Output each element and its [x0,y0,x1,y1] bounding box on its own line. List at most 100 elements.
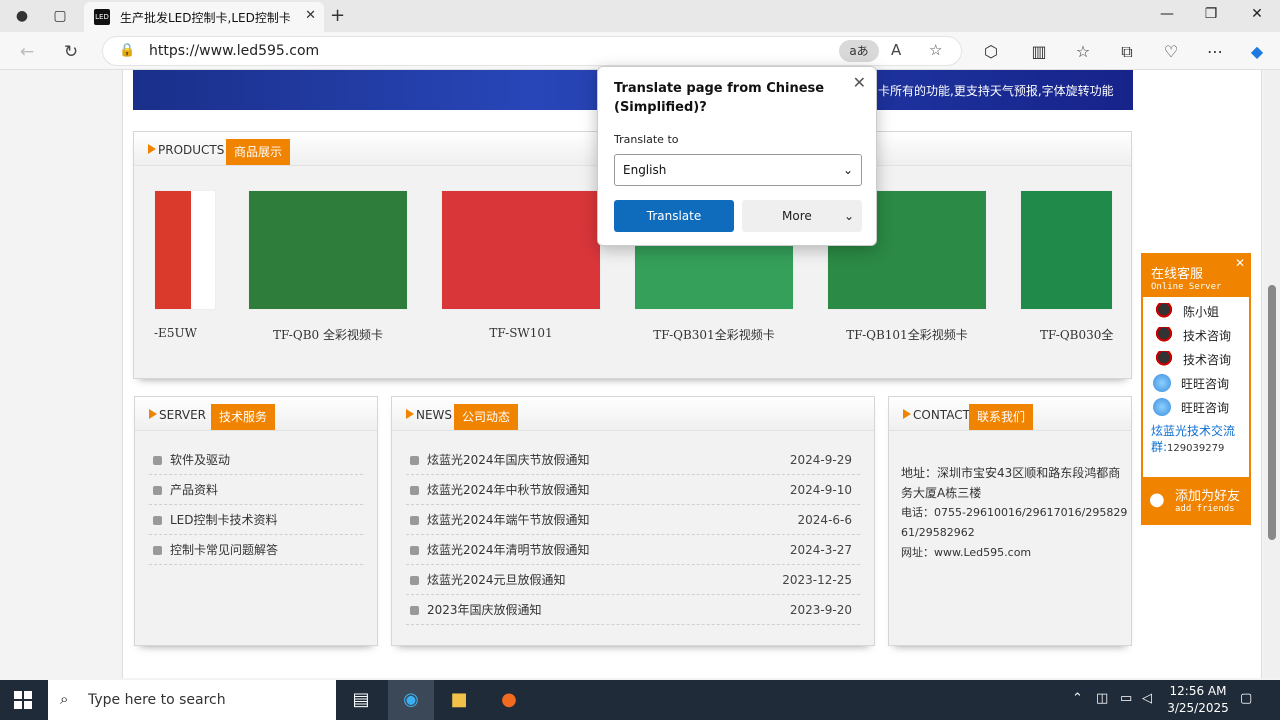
extensions-icon[interactable]: ⬡ [980,42,1002,61]
product-name[interactable]: TF-SW101 [441,326,601,340]
file-explorer-icon[interactable]: ■ [436,680,482,720]
chat-header: 在线客服 Online Server ✕ [1143,255,1249,297]
read-aloud-icon[interactable]: A [891,41,901,59]
chat-title: 在线客服 [1151,267,1204,282]
product-name[interactable]: TF-QB101全彩视频卡 [827,326,987,343]
contact-title-cn: 联系我们 [969,404,1034,430]
product-name[interactable]: TF-QB0 全彩视频卡 [248,326,408,343]
product-name[interactable]: TF-QB030全彩 [1040,326,1113,343]
add-friends-label: 添加为好友 [1175,489,1241,504]
chat-contact[interactable]: 陈小姐 [1153,301,1219,323]
tab-actions-icon[interactable]: ▢ [50,6,70,26]
chat-group-link[interactable]: 炫蓝光技术交流群:129039279 [1151,423,1245,457]
windows-start-icon[interactable] [14,691,32,709]
profile-icon[interactable]: ● [12,6,32,26]
favorite-star-icon[interactable]: ☆ [929,41,942,59]
tab-close-icon[interactable]: ✕ [305,8,316,23]
contact-website: 网址：www.Led595.com [901,546,1032,559]
chat-contact[interactable]: 旺旺咨询 [1153,397,1229,419]
add-friends-sublabel: add friends [1175,504,1235,514]
qq-icon [1153,327,1175,343]
add-friends-button[interactable]: ● 添加为好友 add friends [1143,477,1249,523]
browser-tab[interactable]: LED 生产批发LED控制卡,LED控制卡,G ✕ [84,2,324,32]
news-panel: NEWS 公司动态 炫蓝光2024年国庆节放假通知 2024-9-29 炫蓝光20… [391,396,875,646]
chat-contact[interactable]: 旺旺咨询 [1153,373,1229,395]
product-image[interactable] [1020,190,1113,310]
copilot-icon[interactable]: ◆ [1246,42,1268,61]
news-item[interactable]: 2023年国庆放假通知 2023-9-20 [406,595,860,625]
server-link[interactable]: 产品资料 [149,475,363,505]
performance-icon[interactable]: ♡ [1160,42,1182,61]
chat-contact[interactable]: 技术咨询 [1153,349,1231,371]
edge-icon[interactable]: ◉ [388,680,434,720]
network-icon[interactable]: ▭ [1120,691,1132,706]
new-tab-icon[interactable]: + [330,5,345,26]
translate-button[interactable]: Translate [614,200,734,232]
more-button-label: More [782,209,812,223]
target-language-select[interactable]: English ⌄ [614,154,862,186]
taskbar-search[interactable]: ⌕ Type here to search [48,680,336,720]
window-close-icon[interactable]: ✕ [1242,6,1272,22]
restore-icon[interactable]: ❐ [1196,6,1226,22]
target-language-value: English [623,163,667,177]
contact-address: 地址：深圳市宝安43区顺和路东段鸿都商务大厦A栋三楼 [901,466,1121,500]
product-name[interactable]: -E5UW [154,326,216,340]
product-name[interactable]: TF-QB301全彩视频卡 [634,326,794,343]
news-item[interactable]: 炫蓝光2024年清明节放假通知 2024-3-27 [406,535,860,565]
banner-text: 卡所有的功能,更支持天气预报,字体旋转功能 [878,84,1114,98]
volume-icon[interactable]: ◁ [1142,691,1152,706]
translate-icon[interactable]: aあ [839,40,879,62]
server-link[interactable]: LED控制卡技术资料 [149,505,363,535]
task-view-icon[interactable]: ▤ [338,680,384,720]
product-image[interactable] [154,190,216,310]
product-item[interactable]: -E5UW [154,190,216,340]
clock-date: 3/25/2025 [1167,701,1229,715]
bullet-icon [410,576,419,585]
clock[interactable]: 12:56 AM 3/25/2025 [1160,683,1236,717]
bullet-icon [153,456,162,465]
address-toolbar: ← ↻ 🔒 https://www.led595.com aあ A ☆ ⬡ ▥ … [0,32,1280,70]
server-panel: SERVER 技术服务 软件及驱动 产品资料 LED控制卡技术资料 控制卡常见问… [134,396,378,646]
product-image[interactable] [441,190,601,310]
chat-contact[interactable]: 技术咨询 [1153,325,1231,347]
meet-icon[interactable]: ◫ [1096,691,1108,706]
chat-close-icon[interactable]: ✕ [1235,256,1245,270]
firefox-icon[interactable]: ● [486,680,532,720]
vertical-scrollbar[interactable] [1264,70,1280,678]
product-item[interactable]: TF-QB030全彩 [1020,190,1113,343]
news-header: NEWS 公司动态 [392,397,874,431]
server-link[interactable]: 控制卡常见问题解答 [149,535,363,565]
tray-chevron-icon[interactable]: ⌃ [1072,691,1083,706]
site-favicon-icon: LED [94,9,110,25]
settings-more-icon[interactable]: ⋯ [1204,42,1226,61]
person-icon: ● [1149,489,1165,510]
product-item[interactable]: TF-SW101 [441,190,601,340]
server-header: SERVER 技术服务 [135,397,377,431]
translate-close-icon[interactable]: ✕ [853,73,866,92]
url-text[interactable]: https://www.led595.com [149,43,319,59]
notifications-icon[interactable]: ▢ [1240,691,1252,706]
back-icon[interactable]: ← [16,41,38,63]
lock-icon[interactable]: 🔒 [119,43,135,58]
refresh-icon[interactable]: ↻ [60,41,82,63]
more-button[interactable]: More ⌄ [742,200,862,232]
split-screen-icon[interactable]: ▥ [1028,42,1050,61]
server-title-en: SERVER [149,408,206,422]
translate-popup-title: Translate page from Chinese (Simplified)… [614,81,825,115]
server-link[interactable]: 软件及驱动 [149,445,363,475]
qq-icon [1153,303,1175,319]
address-bar[interactable]: 🔒 https://www.led595.com aあ A ☆ [102,36,962,66]
favorites-icon[interactable]: ☆ [1072,42,1094,61]
news-title-en: NEWS [406,408,452,422]
news-item[interactable]: 炫蓝光2024年国庆节放假通知 2024-9-29 [406,445,860,475]
product-image[interactable] [248,190,408,310]
product-item[interactable]: TF-QB0 全彩视频卡 [248,190,408,343]
news-item[interactable]: 炫蓝光2024年中秋节放假通知 2024-9-10 [406,475,860,505]
news-item[interactable]: 炫蓝光2024年端午节放假通知 2024-6-6 [406,505,860,535]
collections-icon[interactable]: ⧉ [1116,42,1138,62]
news-item[interactable]: 炫蓝光2024元旦放假通知 2023-12-25 [406,565,860,595]
scrollbar-thumb[interactable] [1268,285,1276,540]
bullet-icon [410,456,419,465]
minimize-icon[interactable]: — [1152,6,1182,22]
bullet-icon [153,546,162,555]
